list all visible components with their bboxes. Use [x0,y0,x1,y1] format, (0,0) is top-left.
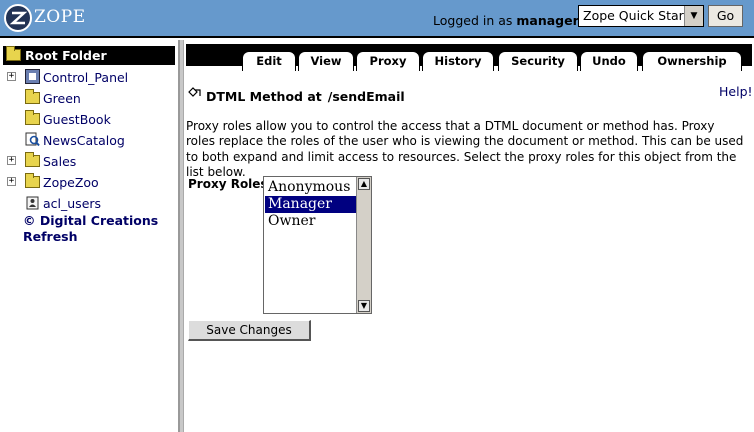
users-icon [26,196,39,210]
logo-text: ZOPE [34,7,86,27]
tree-item-zopezoo[interactable]: + ZopeZoo [0,173,178,192]
tab-undo[interactable]: Undo [580,51,638,71]
quick-start-value: Zope Quick Start [583,8,689,23]
tree-item-newscatalog[interactable]: NewsCatalog [0,132,178,150]
tab-ownership[interactable]: Ownership [642,51,742,71]
tab-proxy[interactable]: Proxy [356,51,420,71]
tree-root-folder[interactable]: Root Folder [3,46,175,65]
object-type: DTML Method at [206,89,322,104]
folder-icon [25,89,40,104]
tree-item-label[interactable]: NewsCatalog [43,133,125,148]
tree-item-sales[interactable]: + Sales [0,152,178,171]
expand-icon[interactable]: + [7,72,16,81]
folder-icon [25,152,40,167]
expand-icon[interactable]: + [7,177,16,186]
tree-item-control-panel[interactable]: + Control_Panel [0,69,178,87]
folder-icon [25,110,40,125]
tree-item-green[interactable]: Green [0,89,178,108]
go-button[interactable]: Go [708,5,743,27]
tab-history[interactable]: History [422,51,494,71]
navigation-tree: Root Folder + Control_Panel Green GuestB… [0,40,178,432]
tab-view[interactable]: View [298,51,354,71]
object-path[interactable]: /sendEmail [328,89,405,104]
folder-icon [6,46,21,61]
scroll-down-icon[interactable]: ▼ [358,300,370,312]
copyright-link[interactable]: © Digital Creations [23,213,158,228]
tree-item-label[interactable]: Control_Panel [43,70,128,85]
scroll-up-icon[interactable]: ▲ [358,178,370,190]
logged-in-prefix: Logged in as [433,13,513,28]
save-changes-button[interactable]: Save Changes [188,320,311,341]
tab-security[interactable]: Security [498,51,578,71]
quick-start-select[interactable]: Zope Quick Start ▼ [578,5,704,27]
chevron-down-icon[interactable]: ▼ [684,6,703,26]
tree-item-guestbook[interactable]: GuestBook [0,110,178,129]
role-option-anonymous[interactable]: Anonymous [265,179,356,196]
folder-icon [25,173,40,188]
tree-item-label[interactable]: Sales [43,154,76,169]
help-link[interactable]: Help! [719,84,753,99]
tree-item-label[interactable]: ZopeZoo [43,175,99,190]
role-option-owner[interactable]: Owner [265,213,356,230]
tree-item-label[interactable]: GuestBook [43,112,111,127]
tree-item-acl-users[interactable]: acl_users [0,195,178,213]
expand-icon[interactable]: + [7,156,16,165]
catalog-icon [25,132,40,147]
tree-item-label[interactable]: Green [43,91,81,106]
logged-in-user: manager [516,13,579,28]
tree-item-label[interactable]: acl_users [43,196,101,211]
top-banner: ZOPE Logged in as manager Zope Quick Sta… [0,0,754,38]
role-option-manager[interactable]: Manager [265,196,356,213]
main-frame: Edit View Proxy History Security Undo Ow… [184,40,754,432]
tab-bar: Edit View Proxy History Security Undo Ow… [186,44,752,71]
refresh-link[interactable]: Refresh [23,229,78,244]
zope-logo-icon [4,4,32,32]
proxy-roles-listbox[interactable]: Anonymous Manager Owner ▲ ▼ [263,176,372,314]
dtml-method-icon [188,87,201,97]
description-text: Proxy roles allow you to control the acc… [186,119,744,179]
proxy-roles-label: Proxy Roles [188,177,268,191]
listbox-scrollbar[interactable]: ▲ ▼ [356,177,371,313]
control-panel-icon [25,69,40,84]
tree-root-label: Root Folder [25,48,107,63]
page-title: DTML Method at/sendEmail [206,89,405,104]
logged-in-status: Logged in as manager [433,13,579,28]
tab-edit[interactable]: Edit [242,51,296,71]
